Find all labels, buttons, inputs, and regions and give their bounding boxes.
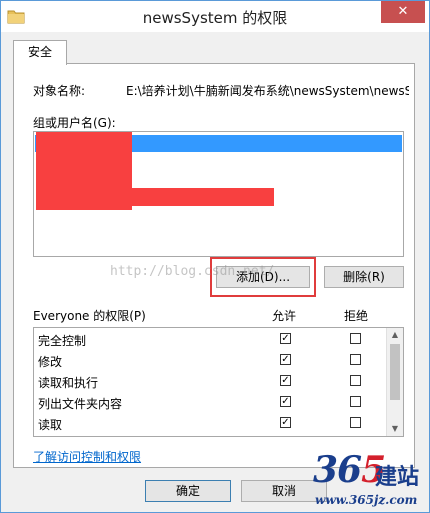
groups-label: 组或用户名(G): [33,116,116,130]
deny-checkbox[interactable] [350,354,361,365]
deny-header: 拒绝 [344,309,369,323]
scroll-thumb[interactable] [390,344,400,400]
deny-checkbox[interactable] [350,396,361,407]
users-list[interactable] [33,131,404,257]
scroll-down-icon[interactable]: ▼ [387,422,403,436]
permissions-dialog: newsSystem 的权限 ✕ 安全 对象名称: E:\培养计划\牛腩新闻发布… [0,0,430,513]
window-title: newsSystem 的权限 [142,9,288,27]
allow-checkbox[interactable]: ✓ [280,417,291,428]
logo-chinese: 建站 [375,465,420,490]
deny-checkbox[interactable] [350,333,361,344]
deny-checkbox[interactable] [350,375,361,386]
permissions-list: 完全控制 ✓ 修改 ✓ 读取和执行 ✓ 列出文件夹内容 ✓ 读取 ✓ ▲ ▼ [33,327,404,437]
ok-button[interactable]: 确定 [145,480,231,502]
permission-row: 完全控制 ✓ [34,329,389,350]
scroll-up-icon[interactable]: ▲ [387,328,403,342]
site-logo: 365 建站 www.365jz.com [301,449,429,511]
remove-button[interactable]: 删除(R) [324,266,404,288]
object-name-label: 对象名称: [33,84,86,98]
permission-name: 列出文件夹内容 [38,397,123,411]
deny-checkbox[interactable] [350,417,361,428]
allow-header: 允许 [272,309,297,323]
security-panel: 对象名称: E:\培养计划\牛腩新闻发布系统\newsSystem\newsSy… [13,63,415,468]
logo-number-a: 36 [313,449,362,491]
permission-row: 读取和执行 ✓ [34,371,389,392]
permissions-title: Everyone 的权限(P) [33,309,146,323]
permission-name: 修改 [38,355,63,369]
permission-row: 读取 ✓ [34,413,389,434]
tab-security[interactable]: 安全 [13,40,67,65]
permissions-scrollbar[interactable]: ▲ ▼ [386,328,403,436]
allow-checkbox[interactable]: ✓ [280,354,291,365]
logo-url: www.365jz.com [315,493,418,507]
add-button[interactable]: 添加(D)... [216,266,310,288]
permission-name: 读取和执行 [38,376,99,390]
allow-checkbox[interactable]: ✓ [280,333,291,344]
permission-row: 修改 ✓ [34,350,389,371]
learn-access-control-link[interactable]: 了解访问控制和权限 [33,448,141,465]
object-name-value: E:\培养计划\牛腩新闻发布系统\newsSystem\newsSystem [126,84,409,98]
allow-checkbox[interactable]: ✓ [280,396,291,407]
permission-row: 列出文件夹内容 ✓ [34,392,389,413]
permission-name: 完全控制 [38,334,87,348]
redaction-bar [36,188,274,206]
allow-checkbox[interactable]: ✓ [280,375,291,386]
permission-name: 读取 [38,418,63,432]
title-bar: newsSystem 的权限 ✕ [1,1,429,32]
close-button[interactable]: ✕ [381,1,425,23]
